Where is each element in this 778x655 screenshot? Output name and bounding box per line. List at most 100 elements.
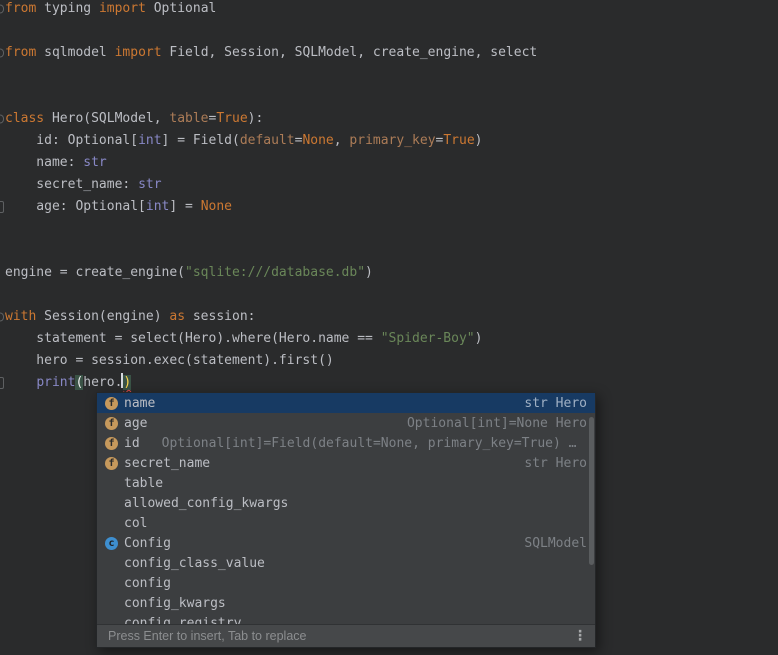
code-token: None xyxy=(201,199,232,214)
completion-item[interactable]: allowed_config_kwargs xyxy=(97,493,595,513)
code-token: primary_key xyxy=(349,133,435,148)
completion-label: secret_name xyxy=(124,456,210,471)
code-line[interactable]: statement = select(Hero).where(Hero.name… xyxy=(0,328,778,350)
icon-spacer xyxy=(105,617,118,625)
code-token: int xyxy=(146,199,169,214)
code-token: ] = xyxy=(169,199,200,214)
gutter-icon[interactable] xyxy=(0,201,4,213)
gutter-icon[interactable] xyxy=(0,313,4,322)
field-icon: f xyxy=(105,457,118,470)
popup-scrollbar[interactable] xyxy=(589,417,594,565)
completion-label: config_kwargs xyxy=(124,596,226,611)
code-token: typing xyxy=(36,1,99,16)
completion-item[interactable]: fageOptional[int]=None Hero xyxy=(97,413,595,433)
code-token: ] = Field( xyxy=(162,133,240,148)
code-line[interactable] xyxy=(0,86,778,108)
icon-spacer xyxy=(105,477,118,490)
code-line[interactable] xyxy=(0,64,778,86)
code-token: from xyxy=(5,45,36,60)
gutter-icon[interactable] xyxy=(0,49,4,58)
code-line[interactable]: engine = create_engine("sqlite:///databa… xyxy=(0,262,778,284)
code-line[interactable]: from sqlmodel import Field, Session, SQL… xyxy=(0,42,778,64)
icon-spacer xyxy=(105,497,118,510)
code-line[interactable] xyxy=(0,218,778,240)
completion-label: config_registry xyxy=(124,616,241,625)
code-token: import xyxy=(99,1,146,16)
code-line[interactable]: print(hero.) xyxy=(0,372,778,394)
completion-item[interactable]: config xyxy=(97,573,595,593)
code-token: True xyxy=(443,133,474,148)
completion-item[interactable]: config_kwargs xyxy=(97,593,595,613)
footer-hint-text: Press Enter to insert, Tab to replace xyxy=(108,629,306,643)
code-token: ) xyxy=(123,375,131,390)
code-token: hero. xyxy=(83,375,122,390)
icon-spacer xyxy=(105,557,118,570)
code-token: int xyxy=(138,133,161,148)
field-icon: f xyxy=(105,437,118,450)
code-token: ) xyxy=(475,331,483,346)
code-token: str xyxy=(138,177,161,192)
field-icon: f xyxy=(105,417,118,430)
completion-type-hint: str Hero xyxy=(514,396,587,411)
code-token: , xyxy=(334,133,350,148)
code-line[interactable]: with Session(engine) as session: xyxy=(0,306,778,328)
code-token xyxy=(5,375,36,390)
field-icon: f xyxy=(105,397,118,410)
code-token: Optional xyxy=(146,1,216,16)
completion-footer: Press Enter to insert, Tab to replace ⋮ xyxy=(97,624,595,647)
code-line[interactable]: secret_name: str xyxy=(0,174,778,196)
code-token: default xyxy=(240,133,295,148)
code-line[interactable] xyxy=(0,20,778,42)
completion-label: Config xyxy=(124,536,171,551)
code-line[interactable]: name: str xyxy=(0,152,778,174)
completion-item[interactable]: config_class_value xyxy=(97,553,595,573)
completion-item[interactable]: fidOptional[int]=Field(default=None, pri… xyxy=(97,433,595,453)
code-token: Field, Session, SQLModel, create_engine,… xyxy=(162,45,538,60)
completion-item[interactable]: cConfigSQLModel xyxy=(97,533,595,553)
code-token: Session(engine) xyxy=(36,309,169,324)
icon-spacer xyxy=(105,597,118,610)
code-token: None xyxy=(302,133,333,148)
code-line[interactable]: from typing import Optional xyxy=(0,0,778,20)
autocomplete-popup: fnamestr HerofageOptional[int]=None Hero… xyxy=(96,392,596,648)
code-token: print xyxy=(36,375,75,390)
completion-list: fnamestr HerofageOptional[int]=None Hero… xyxy=(97,393,595,624)
code-line[interactable]: class Hero(SQLModel, table=True): xyxy=(0,108,778,130)
completion-label: allowed_config_kwargs xyxy=(124,496,288,511)
code-editor[interactable]: from typing import Optional from sqlmodel… xyxy=(0,0,778,394)
completion-item[interactable]: table xyxy=(97,473,595,493)
kebab-menu-icon[interactable]: ⋮ xyxy=(573,629,587,643)
code-line[interactable]: age: Optional[int] = None xyxy=(0,196,778,218)
completion-item[interactable]: fname str Hero xyxy=(97,393,595,413)
completion-label: config xyxy=(124,576,171,591)
code-token: import xyxy=(115,45,162,60)
code-line[interactable]: hero = session.exec(statement).first() xyxy=(0,350,778,372)
code-token: hero = session.exec(statement).first() xyxy=(5,353,334,368)
code-token: with xyxy=(5,309,36,324)
completion-item[interactable]: config_registry xyxy=(97,613,595,624)
code-token: str xyxy=(83,155,106,170)
completion-item[interactable]: col xyxy=(97,513,595,533)
code-token: statement = select(Hero).where(Hero.name… xyxy=(5,331,381,346)
code-token: table xyxy=(169,111,208,126)
completion-item[interactable]: fsecret_namestr Hero xyxy=(97,453,595,473)
code-line[interactable] xyxy=(0,240,778,262)
code-token: age: Optional[ xyxy=(5,199,146,214)
code-token: from xyxy=(5,1,36,16)
code-token: ) xyxy=(475,133,483,148)
code-token: "sqlite:///database.db" xyxy=(185,265,365,280)
code-line[interactable] xyxy=(0,284,778,306)
code-token: class xyxy=(5,111,44,126)
code-line[interactable]: id: Optional[int] = Field(default=None, … xyxy=(0,130,778,152)
code-token: id: Optional[ xyxy=(5,133,138,148)
gutter-icon[interactable] xyxy=(0,115,4,124)
code-token: True xyxy=(216,111,247,126)
code-token: as xyxy=(169,309,185,324)
completion-label: name xyxy=(124,396,155,411)
icon-spacer xyxy=(105,517,118,530)
completion-label: config_class_value xyxy=(124,556,265,571)
completion-signature: Optional[int]=Field(default=None, primar… xyxy=(162,436,577,451)
gutter-icon[interactable] xyxy=(0,5,4,14)
completion-type-hint: SQLModel xyxy=(514,536,587,551)
gutter-icon[interactable] xyxy=(0,377,4,389)
